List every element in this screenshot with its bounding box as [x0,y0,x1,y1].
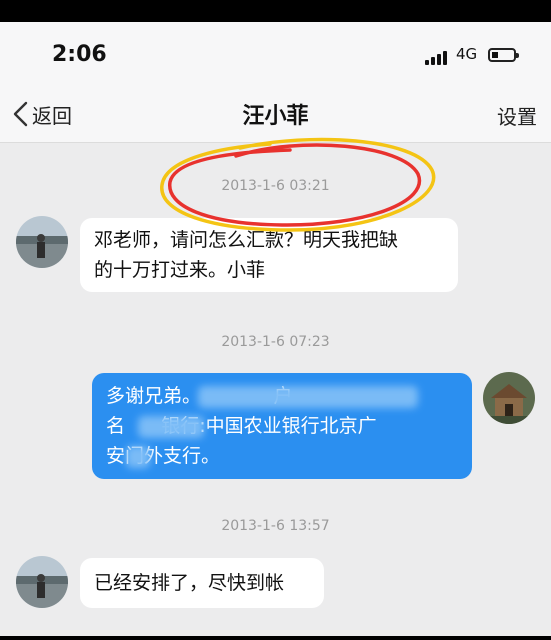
message-timestamp: 2013-1-6 13:57 [221,518,330,534]
contact-avatar[interactable] [16,556,68,608]
contact-avatar[interactable] [16,216,68,268]
nav-bar: 返回 汪小菲 设置 [0,86,551,143]
signal-icon [425,49,451,65]
message-bubble-incoming[interactable]: 邓老师，请问怎么汇款？明天我把缺 的十万打过来。小菲 [80,218,458,292]
battery-icon [488,48,519,62]
message-timestamp: 2013-1-6 03:21 [221,178,330,194]
message-bubble-incoming[interactable]: 已经安排了，尽快到帐 [80,558,324,608]
redaction-blur [126,446,150,468]
page-title: 汪小菲 [242,104,309,129]
status-time: 2:06 [52,42,107,67]
network-type: 4G [456,45,478,63]
user-avatar[interactable] [483,372,535,424]
status-bar: 2:06 4G [0,22,551,86]
settings-button[interactable]: 设置 [497,101,537,130]
redaction-blur [138,416,204,438]
message-timestamp: 2013-1-6 07:23 [221,334,330,350]
chat-screen: 2:06 4G 返回 汪小菲 设置 2013-1-6 03:21 邓老师，请问怎… [0,22,551,636]
redaction-blur [198,386,418,408]
